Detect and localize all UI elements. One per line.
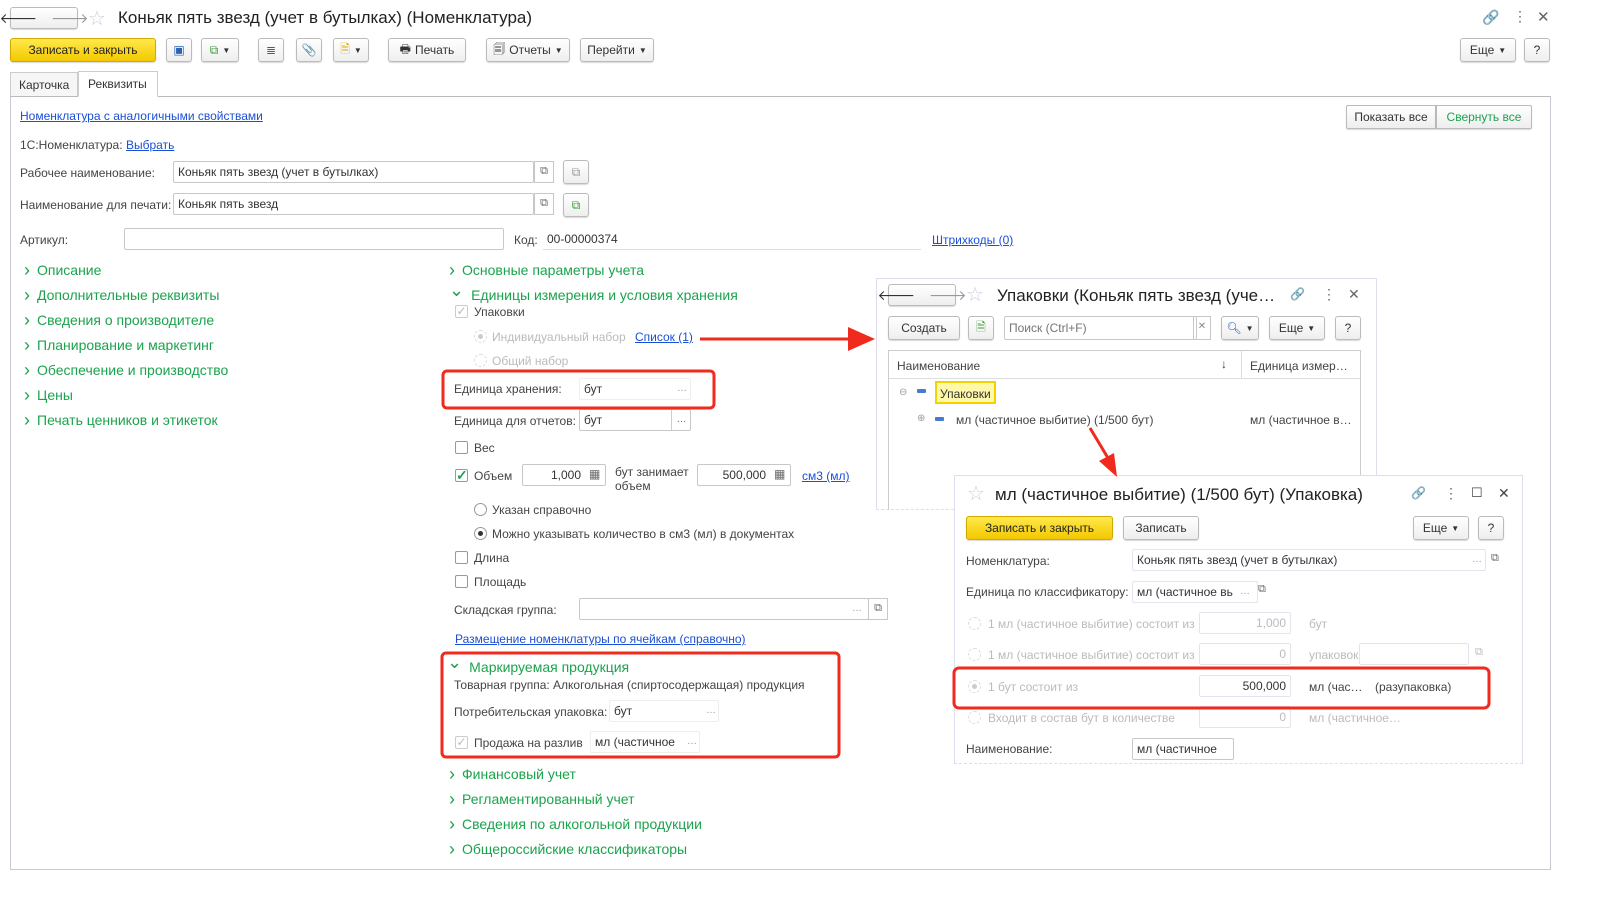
arrow-head	[1099, 453, 1117, 477]
highlight-ratio	[952, 666, 1491, 710]
highlight-marked-products	[440, 651, 841, 759]
annotation-overlay	[440, 327, 1491, 759]
arrow-to-package-form	[1088, 427, 1110, 459]
highlight-storage-unit	[441, 369, 716, 410]
arrow-head	[848, 327, 875, 351]
